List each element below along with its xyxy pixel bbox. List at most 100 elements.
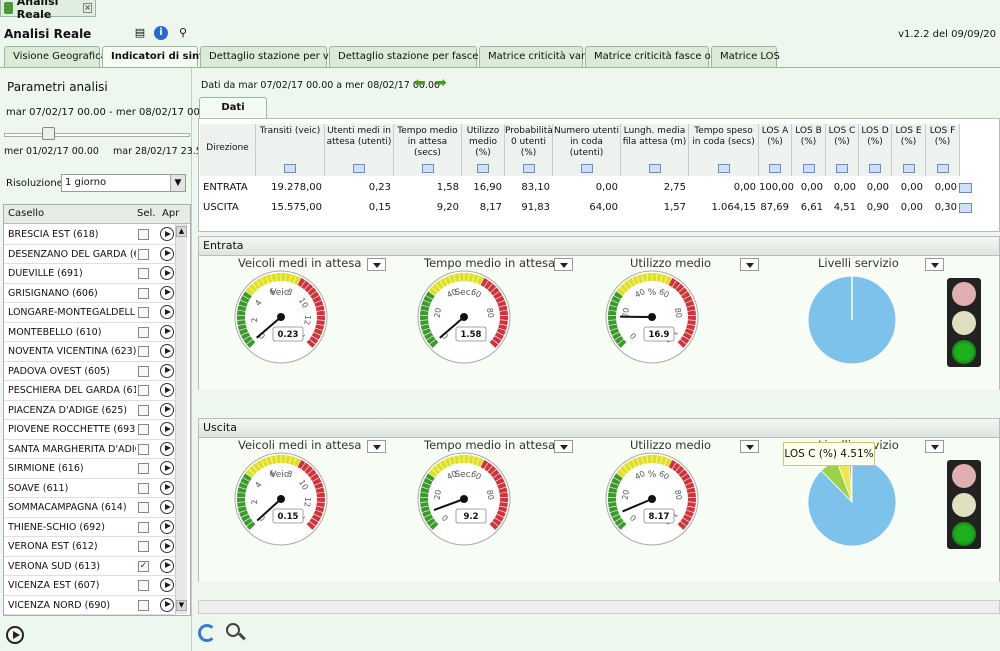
casello-checkbox[interactable] bbox=[138, 268, 149, 279]
play-icon[interactable] bbox=[160, 266, 174, 280]
play-icon[interactable] bbox=[160, 246, 174, 261]
casello-row[interactable]: LONGARE-MONTEGALDELL bbox=[4, 303, 176, 323]
refresh-icon[interactable] bbox=[198, 624, 216, 642]
play-icon[interactable] bbox=[160, 597, 174, 612]
casello-checkbox[interactable] bbox=[138, 326, 149, 338]
chart-menu-icon[interactable] bbox=[740, 258, 759, 271]
resolution-select[interactable]: 1 giorno ▼ bbox=[61, 174, 186, 192]
column-filter-icon[interactable] bbox=[522, 164, 535, 173]
casello-row[interactable]: DESENZANO DEL GARDA (6 bbox=[4, 245, 176, 264]
casello-checkbox[interactable] bbox=[138, 229, 149, 240]
play-icon[interactable] bbox=[160, 383, 174, 397]
casello-checkbox[interactable] bbox=[138, 248, 149, 260]
col-header-6[interactable]: Numero utenti in coda (utenti) bbox=[553, 124, 621, 176]
window-tab[interactable]: Analisi Reale × bbox=[0, 0, 96, 21]
casello-row[interactable]: VERONA EST (612) bbox=[4, 537, 176, 557]
casello-checkbox[interactable] bbox=[138, 346, 149, 357]
tab-4[interactable]: Matrice criticità varchi bbox=[479, 46, 600, 67]
info-icon[interactable]: i bbox=[154, 26, 168, 40]
play-icon[interactable] bbox=[160, 539, 174, 553]
pie-chart[interactable] bbox=[806, 456, 898, 548]
casello-checkbox[interactable] bbox=[138, 482, 149, 494]
column-filter-icon[interactable] bbox=[936, 164, 949, 173]
column-filter-icon[interactable] bbox=[648, 164, 661, 173]
casello-row[interactable]: SIRMIONE (616) bbox=[4, 459, 176, 479]
casello-checkbox[interactable] bbox=[138, 599, 149, 611]
col-header-10[interactable]: LOS B (%) bbox=[792, 124, 826, 176]
row-detail-icon[interactable] bbox=[959, 183, 972, 193]
play-icon[interactable] bbox=[160, 578, 174, 592]
casello-checkbox[interactable]: ✓ bbox=[138, 560, 149, 572]
play-icon[interactable] bbox=[160, 422, 174, 436]
play-icon[interactable] bbox=[160, 305, 174, 319]
caselli-scrollbar[interactable]: ▲ ▼ bbox=[175, 224, 187, 614]
search-icon[interactable]: ⚲ bbox=[176, 26, 190, 40]
chart-menu-icon[interactable] bbox=[925, 258, 944, 271]
play-icon[interactable] bbox=[160, 441, 174, 456]
chart-menu-icon[interactable] bbox=[554, 258, 573, 271]
play-icon[interactable] bbox=[160, 363, 174, 378]
casello-row[interactable]: VERONA SUD (613) ✓ bbox=[4, 557, 176, 576]
tab-0[interactable]: Visione Geografica bbox=[4, 46, 107, 67]
casello-row[interactable]: VICENZA EST (607) bbox=[4, 576, 176, 596]
tab-5[interactable]: Matrice criticità fasce orarie bbox=[585, 46, 734, 67]
col-header-4[interactable]: Utilizzo medio (%) bbox=[462, 124, 505, 176]
casello-checkbox[interactable] bbox=[138, 287, 149, 299]
casello-checkbox[interactable] bbox=[138, 424, 149, 435]
header-casello[interactable]: Casello bbox=[8, 208, 44, 219]
col-header-0[interactable]: Direzione bbox=[200, 124, 256, 176]
scroll-down-icon[interactable]: ▼ bbox=[176, 600, 187, 611]
casello-checkbox[interactable] bbox=[138, 385, 149, 396]
casello-checkbox[interactable] bbox=[138, 404, 149, 416]
column-filter-icon[interactable] bbox=[580, 164, 593, 173]
col-header-8[interactable]: Tempo speso in coda (secs) bbox=[689, 124, 759, 176]
play-icon[interactable] bbox=[160, 324, 174, 339]
col-header-9[interactable]: LOS A (%) bbox=[759, 124, 792, 176]
casello-checkbox[interactable] bbox=[138, 443, 149, 455]
close-icon[interactable]: × bbox=[83, 3, 92, 13]
slider-handle[interactable] bbox=[42, 127, 55, 140]
casello-checkbox[interactable] bbox=[138, 463, 149, 474]
casello-row[interactable]: BRESCIA EST (618) bbox=[4, 225, 176, 245]
column-filter-icon[interactable] bbox=[353, 164, 365, 173]
play-icon[interactable] bbox=[160, 344, 174, 358]
play-icon[interactable] bbox=[160, 519, 174, 534]
column-filter-icon[interactable] bbox=[717, 164, 730, 173]
casello-row[interactable]: VICENZA NORD (690) bbox=[4, 596, 176, 615]
chevron-down-icon[interactable]: ▼ bbox=[170, 175, 185, 191]
casello-checkbox[interactable] bbox=[138, 502, 149, 513]
column-filter-icon[interactable] bbox=[802, 164, 815, 173]
column-filter-icon[interactable] bbox=[869, 164, 881, 173]
tab-1[interactable]: Indicatori di sintesi bbox=[102, 46, 220, 67]
casello-checkbox[interactable] bbox=[138, 580, 149, 591]
col-header-13[interactable]: LOS E (%) bbox=[892, 124, 926, 176]
casello-row[interactable]: NOVENTA VICENTINA (623) bbox=[4, 342, 176, 362]
tab-6[interactable]: Matrice LOS bbox=[711, 46, 780, 67]
tab-2[interactable]: Dettaglio stazione per varchi bbox=[200, 46, 353, 67]
column-filter-icon[interactable] bbox=[421, 164, 434, 173]
export-icon[interactable]: ▤ bbox=[133, 26, 147, 40]
col-header-1[interactable]: Transiti (veic) bbox=[256, 124, 325, 176]
col-header-5[interactable]: Probabilità 0 utenti (%) bbox=[505, 124, 553, 176]
header-apri[interactable]: Apr bbox=[162, 208, 179, 219]
casello-checkbox[interactable] bbox=[138, 541, 149, 552]
casello-row[interactable]: PESCHIERA DEL GARDA (61 bbox=[4, 381, 176, 401]
chart-menu-icon[interactable] bbox=[367, 440, 386, 453]
col-header-3[interactable]: Tempo medio in attesa (secs) bbox=[394, 124, 462, 176]
column-filter-icon[interactable] bbox=[902, 164, 915, 173]
col-header-12[interactable]: LOS D (%) bbox=[859, 124, 892, 176]
header-sel[interactable]: Sel. bbox=[137, 208, 155, 219]
chart-menu-icon[interactable] bbox=[925, 440, 944, 453]
column-filter-icon[interactable] bbox=[284, 164, 296, 173]
play-icon[interactable] bbox=[160, 402, 174, 417]
scroll-up-icon[interactable]: ▲ bbox=[176, 226, 187, 237]
casello-checkbox[interactable] bbox=[138, 365, 149, 377]
column-filter-icon[interactable] bbox=[769, 164, 781, 173]
casello-row[interactable]: PADOVA OVEST (605) bbox=[4, 362, 176, 381]
pie-chart[interactable] bbox=[806, 274, 898, 366]
col-header-11[interactable]: LOS C (%) bbox=[826, 124, 859, 176]
casello-row[interactable]: PIACENZA D'ADIGE (625) bbox=[4, 401, 176, 420]
next-arrow-icon[interactable]: ➡ bbox=[435, 75, 447, 91]
casello-row[interactable]: PIOVENE ROCCHETTE (693 bbox=[4, 420, 176, 440]
col-header-14[interactable]: LOS F (%) bbox=[926, 124, 960, 176]
